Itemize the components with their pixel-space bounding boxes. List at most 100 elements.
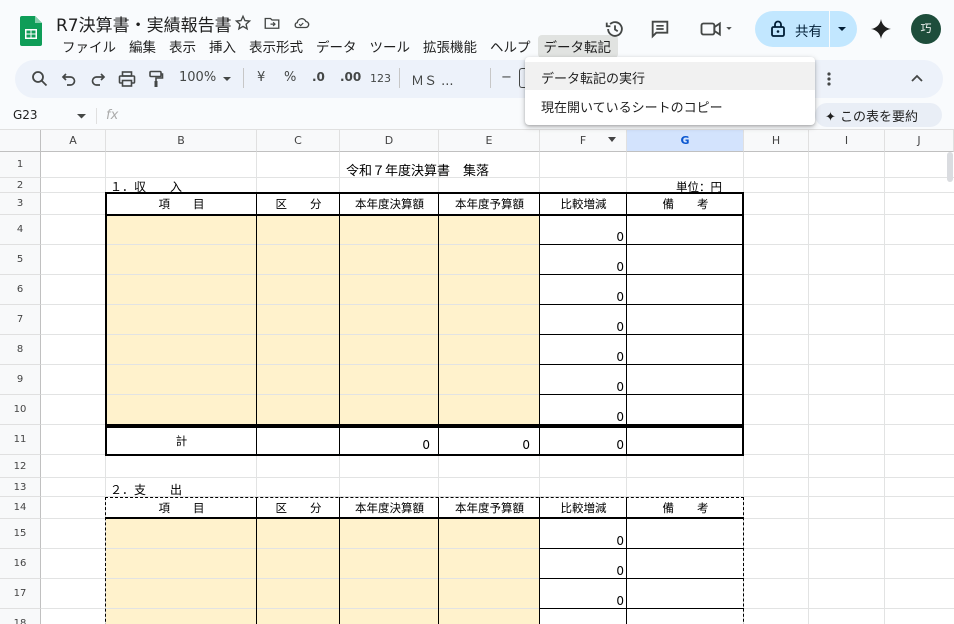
- table-border: [626, 497, 627, 624]
- column-header-a[interactable]: A: [41, 130, 106, 152]
- menu-edit[interactable]: 編集: [123, 35, 163, 58]
- cloud-status-icon[interactable]: [292, 14, 310, 32]
- name-box-dropdown-icon[interactable]: [77, 113, 86, 120]
- more-formats-button[interactable]: 123: [370, 72, 391, 85]
- summarize-table-button[interactable]: ✦ この表を要約: [815, 103, 942, 127]
- name-box[interactable]: G23: [13, 108, 38, 122]
- row-header[interactable]: 1: [0, 152, 41, 178]
- gemini-spark-icon[interactable]: [869, 17, 893, 41]
- menu-format[interactable]: 表示形式: [243, 35, 310, 58]
- column-header-e[interactable]: E: [439, 130, 540, 152]
- row-header[interactable]: 13: [0, 478, 41, 497]
- history-icon[interactable]: [603, 18, 627, 40]
- font-size-decrease-button[interactable]: −: [501, 70, 512, 85]
- vertical-scrollbar[interactable]: [947, 152, 953, 182]
- column-header-d[interactable]: D: [340, 130, 439, 152]
- menu-file[interactable]: ファイル: [56, 35, 123, 58]
- menu-insert[interactable]: 挿入: [203, 35, 243, 58]
- table-border: [540, 578, 744, 579]
- document-title[interactable]: R7決算書・実績報告書: [56, 11, 232, 36]
- column-header-h[interactable]: H: [744, 130, 809, 152]
- total-diff: 0: [616, 438, 624, 452]
- comment-icon[interactable]: [648, 18, 672, 40]
- row-header[interactable]: 14: [0, 497, 41, 519]
- table-border: [540, 274, 744, 275]
- table-border: [540, 244, 744, 245]
- row-header[interactable]: 10: [0, 395, 41, 425]
- column-heading: 区 分: [275, 197, 322, 211]
- decrease-decimal-button[interactable]: .0: [312, 70, 325, 84]
- zoom-dropdown-icon[interactable]: [222, 75, 232, 83]
- grid-hline: [41, 364, 954, 365]
- print-icon[interactable]: [118, 70, 136, 88]
- table-border: [540, 394, 744, 395]
- menu-item-copy-sheet[interactable]: 現在開いているシートのコピー: [525, 91, 815, 119]
- paint-format-icon[interactable]: [148, 70, 164, 88]
- row-header[interactable]: 2: [0, 178, 41, 193]
- income-diff-cell: 0: [616, 350, 624, 364]
- font-select[interactable]: ＭＳ ...: [411, 70, 454, 89]
- column-header-corner[interactable]: [0, 130, 41, 152]
- row-header[interactable]: 18: [0, 609, 41, 624]
- row-header[interactable]: 9: [0, 365, 41, 395]
- row-header[interactable]: 4: [0, 215, 41, 245]
- row-header[interactable]: 6: [0, 275, 41, 305]
- row-header[interactable]: 7: [0, 305, 41, 335]
- row-header[interactable]: 11: [0, 425, 41, 455]
- total-actual: 0: [422, 438, 430, 452]
- expense-diff-cell: 0: [616, 594, 624, 608]
- row-header[interactable]: 15: [0, 519, 41, 549]
- menu-extensions[interactable]: 拡張機能: [417, 35, 484, 58]
- share-divider: [829, 11, 830, 47]
- column-heading: 本年度予算額: [455, 197, 524, 211]
- row-header[interactable]: 3: [0, 193, 41, 215]
- star-icon[interactable]: [234, 14, 252, 32]
- table-border: [626, 193, 627, 426]
- column-heading: 項 目: [158, 197, 205, 211]
- menu-data[interactable]: データ: [310, 35, 364, 58]
- menu-view[interactable]: 表示: [163, 35, 203, 58]
- table-border: [105, 454, 744, 456]
- redo-icon[interactable]: [90, 71, 106, 87]
- table-border: [626, 426, 627, 456]
- menu-tools[interactable]: ツール: [364, 35, 418, 58]
- income-diff-cell: 0: [616, 260, 624, 274]
- grid-hline: [41, 477, 954, 478]
- row-header[interactable]: 12: [0, 455, 41, 478]
- toolbar-divider: [399, 68, 400, 88]
- zoom-select[interactable]: 100%: [179, 70, 216, 85]
- percent-format-button[interactable]: %: [284, 70, 296, 85]
- filter-arrow-icon[interactable]: [608, 137, 616, 142]
- column-header-c[interactable]: C: [257, 130, 340, 152]
- menu-help[interactable]: ヘルプ: [484, 35, 538, 58]
- sheets-logo-icon[interactable]: [20, 16, 42, 46]
- column-header-b[interactable]: B: [106, 130, 257, 152]
- toolbar-divider: [490, 68, 491, 88]
- search-menus-icon[interactable]: [31, 70, 48, 87]
- sheet-title: 令和７年度決算書 集落: [346, 164, 490, 179]
- income-diff-cell: 0: [616, 290, 624, 304]
- column-header-i[interactable]: I: [809, 130, 885, 152]
- row-header[interactable]: 17: [0, 579, 41, 609]
- row-header[interactable]: 5: [0, 245, 41, 275]
- column-header-j[interactable]: J: [885, 130, 954, 152]
- row-header[interactable]: 8: [0, 335, 41, 365]
- toolbar-divider: [243, 68, 244, 88]
- row-header[interactable]: 16: [0, 549, 41, 579]
- undo-icon[interactable]: [61, 71, 77, 87]
- move-folder-icon[interactable]: [263, 14, 281, 32]
- column-header-g[interactable]: G: [627, 130, 744, 152]
- user-avatar[interactable]: 巧: [911, 14, 941, 44]
- more-options-icon[interactable]: [824, 70, 834, 88]
- menu-item-run-transfer[interactable]: データ転記の実行: [525, 62, 815, 90]
- currency-format-button[interactable]: ¥: [257, 70, 265, 85]
- spark-icon: ✦: [825, 110, 841, 125]
- summarize-label: この表を要約: [840, 110, 919, 125]
- share-dropdown-icon[interactable]: [837, 24, 847, 34]
- increase-decimal-button[interactable]: .00: [340, 70, 361, 84]
- table-border: [438, 193, 439, 426]
- meet-video-icon[interactable]: [698, 18, 738, 40]
- table-border: [540, 548, 744, 549]
- collapse-toolbar-icon[interactable]: [910, 72, 924, 84]
- grid-vline: [808, 152, 809, 624]
